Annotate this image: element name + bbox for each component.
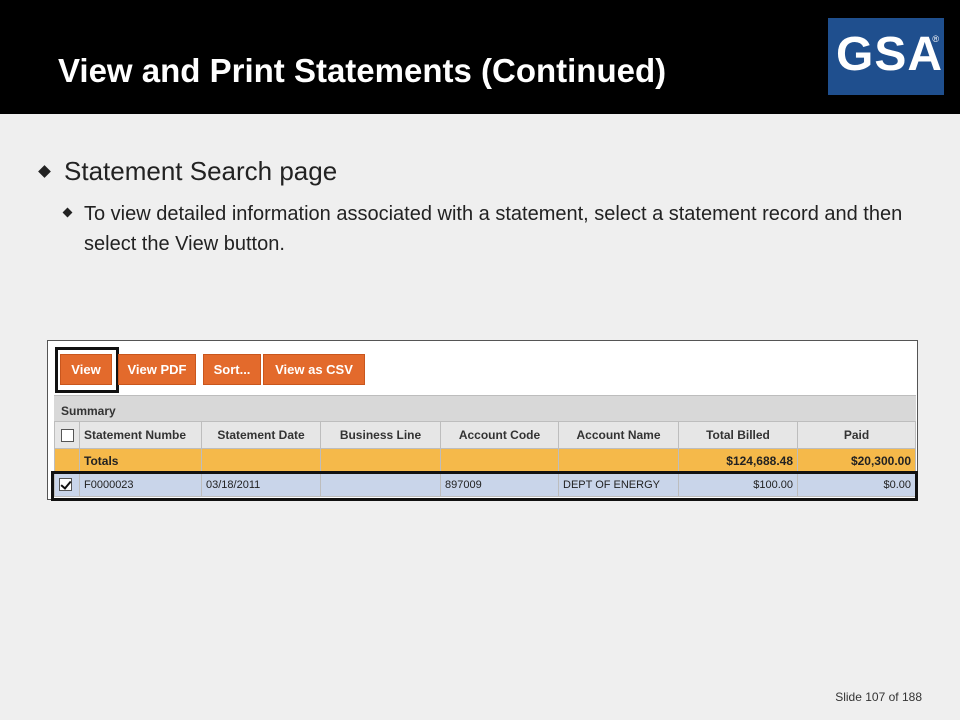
- slide-total: 188: [901, 690, 922, 704]
- bullet-list: Statement Search page To view detailed i…: [36, 156, 916, 259]
- selected-row-highlight: [51, 471, 918, 501]
- slide-current: 107: [865, 690, 886, 704]
- slide-title: View and Print Statements (Continued): [58, 52, 667, 89]
- slide-of-word: of: [888, 690, 899, 704]
- column-header-statement-date[interactable]: Statement Date: [201, 421, 321, 449]
- view-pdf-button[interactable]: View PDF: [118, 354, 196, 385]
- column-header-account-code[interactable]: Account Code: [440, 421, 559, 449]
- diamond-bullet-icon: [38, 165, 51, 178]
- logo-text: GSA: [836, 28, 944, 81]
- column-header-account-name[interactable]: Account Name: [558, 421, 679, 449]
- table-header-row: Statement Numbe Statement Date Business …: [54, 421, 916, 449]
- sort-button[interactable]: Sort...: [203, 354, 261, 385]
- column-header-paid[interactable]: Paid: [797, 421, 916, 449]
- title-bar: View and Print Statements (Continued) GS…: [0, 0, 960, 114]
- slide-word: Slide: [835, 690, 862, 704]
- totals-paid: $20,300.00: [797, 448, 916, 473]
- bullet-level2-text: To view detailed information associated …: [84, 203, 903, 255]
- slide-number: Slide 107 of 188: [835, 690, 922, 704]
- select-all-checkbox[interactable]: [60, 429, 74, 443]
- column-header-business-line[interactable]: Business Line: [320, 421, 441, 449]
- statement-search-screenshot: View View PDF Sort... View as CSV Summar…: [47, 340, 918, 501]
- registered-mark: ®: [932, 34, 939, 44]
- bullet-level2: To view detailed information associated …: [62, 199, 916, 259]
- column-header-total-billed[interactable]: Total Billed: [678, 421, 798, 449]
- bullet-level1-text: Statement Search page: [64, 156, 338, 186]
- select-all-cell[interactable]: [54, 421, 80, 449]
- gsa-logo: GSA ®: [828, 18, 944, 95]
- summary-label: Summary: [61, 404, 116, 418]
- view-button-highlight: [55, 347, 119, 393]
- view-as-csv-button[interactable]: View as CSV: [263, 354, 365, 385]
- column-header-statement-number[interactable]: Statement Numbe: [79, 421, 202, 449]
- totals-total-billed: $124,688.48: [678, 448, 798, 473]
- totals-row: Totals $124,688.48 $20,300.00: [54, 448, 916, 473]
- diamond-bullet-icon: [62, 207, 73, 218]
- bullet-level1: Statement Search page: [36, 156, 916, 187]
- totals-label: Totals: [79, 448, 202, 473]
